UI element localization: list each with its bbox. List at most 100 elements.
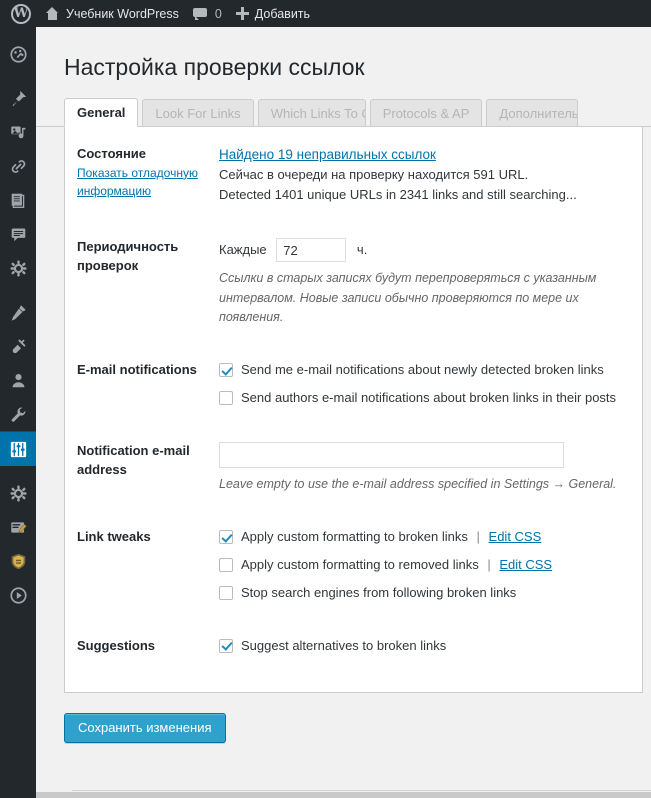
separator-removed: | [487, 557, 491, 573]
status-value-cell: Найдено 19 неправильных ссылок Сейчас в … [219, 127, 642, 220]
interval-label: Периодичность проверок [77, 239, 179, 273]
menu-spacer-2 [0, 71, 36, 81]
checkbox-row-suggest[interactable]: Suggest alternatives to broken links [219, 637, 628, 656]
status-label-cell: Состояние Показать отладочную информацию [65, 127, 219, 220]
wordpress-logo-menu[interactable]: W [0, 0, 38, 27]
interval-unit-label: ч. [356, 242, 368, 258]
sidebar-item-link-checker[interactable] [0, 431, 44, 466]
home-icon [45, 7, 60, 20]
checkbox-row-nofollow[interactable]: Stop search engines from following broke… [219, 584, 628, 603]
edit-css-removed-link[interactable]: Edit CSS [499, 557, 552, 572]
media-icon [10, 126, 25, 138]
sidebar-item-users[interactable] [0, 363, 36, 397]
page-title: Настройка проверки ссылок [64, 54, 365, 80]
sidebar-item-comments[interactable] [0, 217, 36, 251]
admin-bar: W Учебник WordPress 0 Добавить [0, 0, 651, 27]
settings-gear-icon [10, 260, 26, 276]
checkbox-format-removed-label: Apply custom formatting to removed links [241, 557, 479, 573]
new-content-label: Добавить [254, 6, 311, 21]
sidebar-item-appearance[interactable] [0, 295, 36, 329]
sidebar-item-tools[interactable] [0, 397, 36, 431]
sidebar-item-posts[interactable] [0, 81, 36, 115]
status-label: Состояние [77, 145, 147, 161]
checkbox-suggest-alternatives-label: Suggest alternatives to broken links [241, 637, 447, 653]
sidebar-item-settings-2[interactable] [0, 476, 36, 510]
tools-wrench-icon [11, 407, 25, 422]
settings-form-table: Состояние Показать отладочную информацию… [65, 127, 642, 674]
new-content-menu[interactable]: Добавить [229, 0, 317, 27]
users-icon [12, 373, 24, 387]
appearance-brush-icon [11, 304, 26, 321]
checkbox-suggest-alternatives[interactable] [219, 638, 233, 653]
dashboard-icon [9, 45, 27, 63]
sidebar-item-media[interactable] [0, 115, 36, 149]
show-debug-info-link[interactable]: Показать отладочную информацию [77, 164, 209, 200]
site-name-menu[interactable]: Учебник WordPress [38, 0, 186, 27]
separator-broken: | [476, 529, 480, 545]
seo-icon [10, 521, 27, 533]
plus-icon [235, 7, 249, 20]
queue-status-line: Сейчас в очереди на проверку находится 5… [219, 167, 529, 183]
admin-sidebar-menu [0, 27, 44, 798]
comments-count: 0 [214, 6, 222, 21]
link-tweaks-cell: Apply custom formatting to broken links … [219, 510, 642, 619]
email-notifications-label: E-mail notifications [77, 362, 197, 378]
checkbox-row-send-me[interactable]: Send me e-mail notifications about newly… [219, 361, 628, 380]
submit-area: Сохранить изменения [36, 693, 651, 743]
broken-links-found-link[interactable]: Найдено 19 неправильных ссылок [219, 147, 436, 162]
posts-pin-icon [12, 90, 26, 106]
checkbox-row-send-authors[interactable]: Send authors e-mail notifications about … [219, 389, 628, 408]
format-removed-links-group: Apply custom formatting to removed links… [241, 556, 552, 575]
email-notifications-cell: Send me e-mail notifications about newly… [219, 343, 642, 424]
sidebar-item-player[interactable] [0, 578, 36, 612]
sidebar-item-pages[interactable] [0, 183, 36, 217]
tab-advanced[interactable]: Дополнительны [486, 98, 579, 126]
sidebar-item-links[interactable] [0, 149, 36, 183]
sidebar-item-plugins[interactable] [0, 329, 36, 363]
settings-panel: Состояние Показать отладочную информацию… [64, 126, 643, 693]
checkbox-send-authors-notifications[interactable] [219, 391, 233, 406]
security-shield-icon [11, 553, 25, 569]
format-broken-links-group: Apply custom formatting to broken links … [241, 528, 541, 547]
edit-css-broken-link[interactable]: Edit CSS [489, 529, 542, 544]
notification-email-description: Leave empty to use the e-mail address sp… [219, 476, 617, 491]
checkbox-format-broken-links[interactable] [219, 530, 233, 545]
pages-icon [11, 193, 24, 208]
wordpress-logo-icon: W [11, 3, 31, 24]
sidebar-item-settings[interactable] [0, 251, 36, 285]
row-link-tweaks: Link tweaks Apply custom formatting to b… [65, 510, 642, 619]
checkbox-send-me-notifications[interactable] [219, 363, 233, 378]
suggestions-cell: Suggest alternatives to broken links [219, 619, 642, 674]
interval-description: Ссылки в старых записях будут перепровер… [219, 271, 597, 324]
row-email-notifications: E-mail notifications Send me e-mail noti… [65, 343, 642, 424]
suggestions-label: Suggestions [77, 637, 156, 653]
checkbox-row-format-broken[interactable]: Apply custom formatting to broken links … [219, 528, 628, 547]
sidebar-item-security[interactable] [0, 544, 36, 578]
comments-bubble-menu[interactable]: 0 [186, 0, 229, 27]
menu-spacer [0, 27, 36, 37]
tab-which-links-to-check[interactable]: Which Links To Che [257, 98, 366, 126]
checkbox-stop-search-engines[interactable] [219, 586, 233, 601]
tab-protocols-and-apis[interactable]: Protocols & AP [369, 98, 483, 126]
notification-email-cell: Leave empty to use the e-mail address sp… [219, 424, 642, 510]
tab-look-for-links[interactable]: Look For Links [142, 98, 254, 126]
checkbox-send-me-label: Send me e-mail notifications about newly… [241, 362, 604, 378]
checkbox-row-format-removed[interactable]: Apply custom formatting to removed links… [219, 556, 628, 575]
checkbox-format-removed-links[interactable] [219, 558, 233, 573]
check-interval-input[interactable] [276, 238, 347, 263]
checkbox-send-authors-label: Send authors e-mail notifications about … [241, 390, 617, 406]
tab-general[interactable]: General [64, 97, 139, 127]
plugins-plug-icon [12, 339, 25, 353]
sidebar-item-seo[interactable] [0, 510, 36, 544]
comment-bubble-icon [192, 7, 207, 20]
interval-value-cell: Каждые ч. Ссылки в старых записях будут … [219, 220, 642, 343]
player-icon [9, 586, 27, 604]
main-content: Настройка проверки ссылок General Look F… [36, 27, 651, 798]
notification-email-label: Notification e-mail address [77, 442, 190, 477]
checkbox-stop-search-engines-label: Stop search engines from following broke… [241, 585, 517, 601]
save-changes-button[interactable]: Сохранить изменения [64, 712, 226, 743]
row-status: Состояние Показать отладочную информацию… [65, 127, 642, 220]
notification-email-input[interactable] [219, 441, 564, 468]
sidebar-item-dashboard[interactable] [0, 37, 36, 71]
site-name-label: Учебник WordPress [66, 6, 179, 21]
